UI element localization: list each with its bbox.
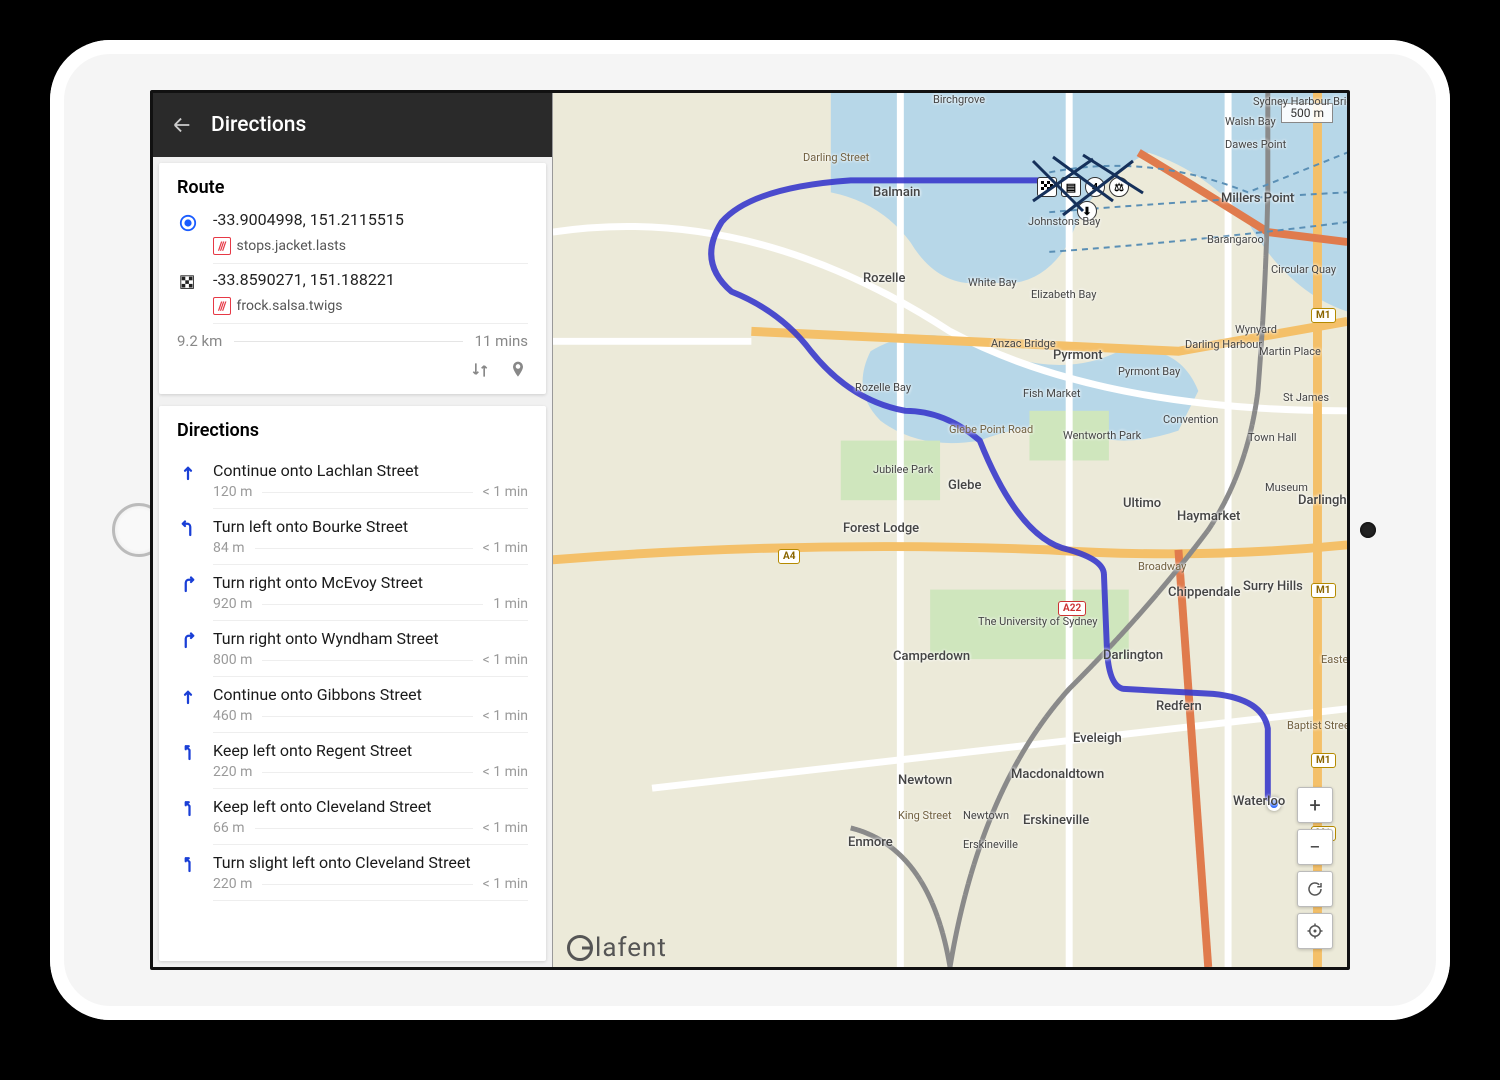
direction-instruction: Turn slight left onto Cleveland Street — [213, 853, 528, 872]
direction-time: < 1 min — [483, 820, 528, 836]
back-button[interactable] — [171, 114, 193, 136]
direction-arrow-icon — [177, 629, 199, 677]
direction-arrow-icon — [177, 797, 199, 845]
direction-time: 1 min — [493, 596, 528, 612]
direction-arrow-icon — [177, 853, 199, 901]
direction-step[interactable]: Turn right onto McEvoy Street 920 m 1 min — [177, 565, 528, 621]
route-actions — [177, 360, 528, 384]
direction-time: < 1 min — [483, 652, 528, 668]
route-section-title: Route — [177, 177, 528, 198]
directions-section-title: Directions — [177, 420, 528, 441]
direction-arrow-icon — [177, 741, 199, 789]
locate-me-button[interactable] — [1297, 913, 1333, 949]
w3w-badge-icon: /// — [213, 237, 231, 255]
front-camera — [1360, 522, 1376, 538]
direction-time: < 1 min — [483, 484, 528, 500]
direction-arrow-icon — [177, 685, 199, 733]
map-brand: lafent — [567, 933, 667, 963]
direction-distance: 460 m — [213, 708, 252, 724]
direction-instruction: Keep left onto Regent Street — [213, 741, 528, 760]
direction-time: < 1 min — [483, 876, 528, 892]
direction-distance: 84 m — [213, 540, 245, 556]
origin-coords: -33.9004998, 151.2115515 — [213, 210, 528, 229]
route-start-marker[interactable] — [1267, 797, 1281, 811]
back-arrow-icon — [171, 114, 193, 136]
direction-arrow-icon — [177, 573, 199, 621]
destination-coords: -33.8590271, 151.188221 — [213, 270, 528, 289]
direction-time: < 1 min — [483, 540, 528, 556]
swap-icon — [470, 360, 490, 380]
direction-step[interactable]: Continue onto Lachlan Street 120 m < 1 min — [177, 453, 528, 509]
swap-route-button[interactable] — [470, 360, 490, 384]
pin-icon — [508, 360, 528, 380]
direction-step[interactable]: Turn slight left onto Cleveland Street 22… — [177, 845, 528, 901]
map-scale: 500 m — [1281, 103, 1333, 123]
direction-distance: 920 m — [213, 596, 252, 612]
map-controls: + − — [1297, 787, 1333, 949]
direction-time: < 1 min — [483, 764, 528, 780]
route-summary: 9.2 km 11 mins — [177, 332, 528, 350]
route-origin[interactable]: -33.9004998, 151.2115515 /// stops.jacke… — [177, 210, 528, 264]
w3w-badge-icon: /// — [213, 297, 231, 315]
direction-time: < 1 min — [483, 708, 528, 724]
tablet-frame: Directions Route -33.9004998, 151.211551… — [50, 40, 1450, 1020]
refresh-icon — [1306, 880, 1324, 898]
map-view[interactable]: 500 m ▤ 4 ⚖ ⬇ Ba — [553, 93, 1347, 967]
route-card: Route -33.9004998, 151.2115515 /// stops… — [159, 163, 546, 394]
add-waypoint-button[interactable] — [508, 360, 528, 384]
direction-step[interactable]: Keep left onto Regent Street 220 m < 1 min — [177, 733, 528, 789]
direction-steps-list: Continue onto Lachlan Street 120 m < 1 min… — [177, 453, 528, 901]
direction-step[interactable]: Turn right onto Wyndham Street 800 m < 1 m… — [177, 621, 528, 677]
direction-instruction: Turn right onto Wyndham Street — [213, 629, 528, 648]
direction-distance: 66 m — [213, 820, 245, 836]
route-destination[interactable]: -33.8590271, 151.188221 /// frock.salsa.… — [177, 270, 528, 324]
direction-arrow-icon — [177, 461, 199, 509]
direction-distance: 220 m — [213, 764, 252, 780]
direction-instruction: Turn left onto Bourke Street — [213, 517, 528, 536]
reset-bearing-button[interactable] — [1297, 871, 1333, 907]
map-canvas — [553, 93, 1347, 967]
direction-distance: 120 m — [213, 484, 252, 500]
route-duration: 11 mins — [475, 332, 528, 350]
direction-step[interactable]: Continue onto Gibbons Street 460 m < 1 min — [177, 677, 528, 733]
direction-instruction: Continue onto Lachlan Street — [213, 461, 528, 480]
directions-card: Directions Continue onto Lachlan Street 1… — [159, 406, 546, 961]
brand-logo-icon — [567, 935, 593, 961]
direction-instruction: Turn right onto McEvoy Street — [213, 573, 528, 592]
direction-arrow-icon — [177, 517, 199, 565]
destination-w3w: /// frock.salsa.twigs — [213, 297, 343, 315]
sidebar-header: Directions — [153, 93, 552, 157]
route-distance: 9.2 km — [177, 332, 222, 350]
direction-distance: 800 m — [213, 652, 252, 668]
direction-distance: 220 m — [213, 876, 252, 892]
origin-icon — [177, 210, 199, 264]
destination-icon — [177, 270, 199, 324]
origin-w3w: /// stops.jacket.lasts — [213, 237, 346, 255]
direction-step[interactable]: Keep left onto Cleveland Street 66 m < 1 m… — [177, 789, 528, 845]
locate-icon — [1306, 922, 1324, 940]
app-screen: Directions Route -33.9004998, 151.211551… — [150, 90, 1350, 970]
zoom-in-button[interactable]: + — [1297, 787, 1333, 823]
page-title: Directions — [211, 113, 306, 137]
destination-crosshatch — [1023, 151, 1153, 221]
directions-sidebar: Directions Route -33.9004998, 151.211551… — [153, 93, 553, 967]
direction-instruction: Continue onto Gibbons Street — [213, 685, 528, 704]
direction-instruction: Keep left onto Cleveland Street — [213, 797, 528, 816]
zoom-out-button[interactable]: − — [1297, 829, 1333, 865]
direction-step[interactable]: Turn left onto Bourke Street 84 m < 1 min — [177, 509, 528, 565]
